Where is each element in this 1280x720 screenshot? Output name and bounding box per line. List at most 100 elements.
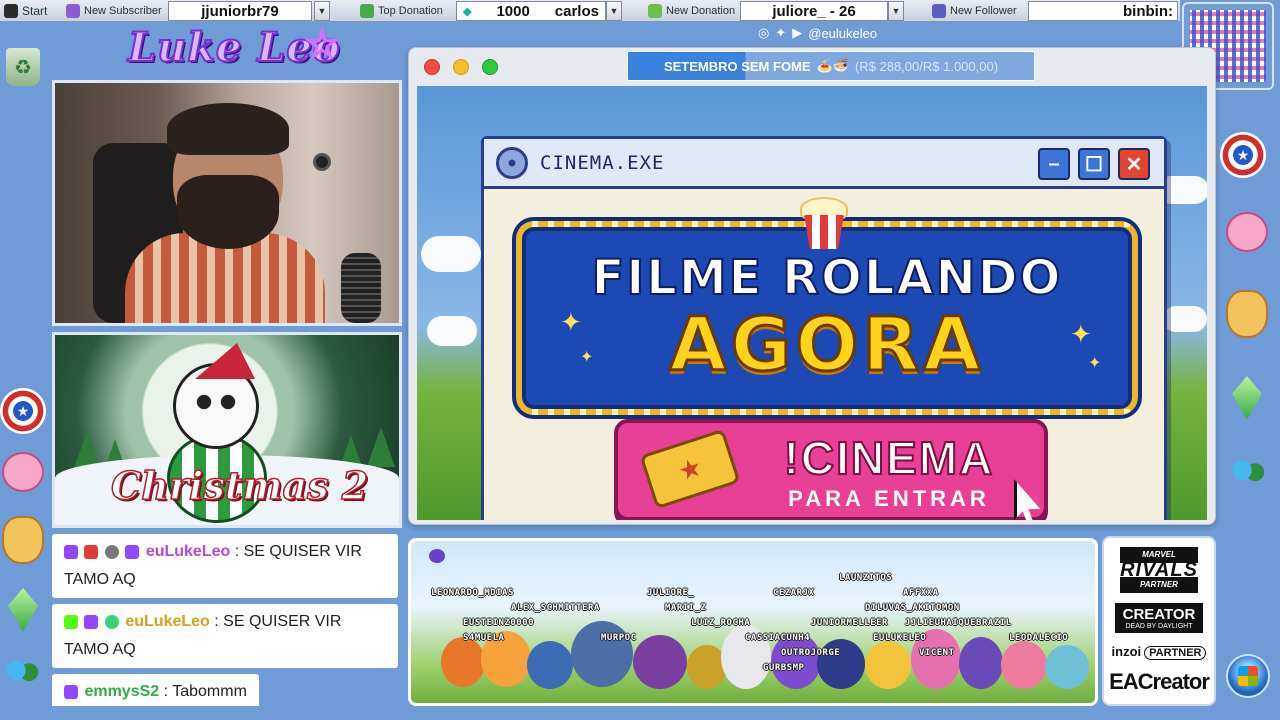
new-donation-field[interactable]: juliore_ - 26 xyxy=(740,1,888,21)
viewer-name: JUNIORMELLEER xyxy=(811,618,888,628)
goal-label: SETEMBRO SEM FOME xyxy=(663,58,811,74)
new-subscriber-field[interactable]: jjuniorbr79 xyxy=(168,1,312,21)
jigglypuff-icon[interactable] xyxy=(2,452,44,492)
pixel-creature xyxy=(1001,641,1047,689)
webcam-feed xyxy=(52,80,402,326)
inzoi-partner-logo: inzoi PARTNER xyxy=(1112,644,1207,660)
viewer-name: CASSIACUNH4 xyxy=(745,633,811,643)
chat-username[interactable]: euLukeLeo xyxy=(125,613,209,630)
dbd-creator-logo: CREATOR DEAD BY DAYLIGHT xyxy=(1115,603,1203,634)
sims-plumbob-icon[interactable] xyxy=(1232,376,1262,420)
pixel-creature xyxy=(527,641,573,689)
jigglypuff-icon[interactable] xyxy=(1226,212,1268,252)
cinema-command-button[interactable]: ★ !CINEMA PARA ENTRAR xyxy=(614,419,1048,520)
captain-shield-icon[interactable]: ★ xyxy=(1220,132,1266,178)
marvel-rivals-logo: MARVEL RIVALS PARTNER xyxy=(1120,547,1198,594)
viewer-name: JJLIEUHAIQUEBRAZIL xyxy=(905,618,1012,628)
messenger-icon[interactable] xyxy=(1228,456,1268,492)
cinema-button-text: !CINEMA PARA ENTRAR xyxy=(754,431,1024,513)
top-taskbar: Start New Subscriber jjuniorbr79 ▼ Top D… xyxy=(0,0,1180,22)
start-button[interactable]: Start xyxy=(4,2,47,20)
sims-plumbob-icon[interactable] xyxy=(8,588,38,632)
star-icon: ☆ xyxy=(304,23,340,67)
viewer-name: EULUKELEO xyxy=(873,633,927,643)
character-portrait-icon[interactable] xyxy=(2,516,44,564)
christmas-title: Christmas 2 xyxy=(110,462,369,509)
main-window: SETEMBRO SEM FOME 🍝🍜 (R$ 288,00/R$ 1.000… xyxy=(408,47,1216,525)
captain-shield-icon[interactable]: ★ xyxy=(0,388,46,434)
sparkle-icon: ✦ xyxy=(560,307,582,337)
messenger-icon[interactable] xyxy=(2,656,42,692)
kick-badge-icon xyxy=(64,614,78,629)
viewer-name: LUIZ_ROCHA xyxy=(691,618,751,628)
viewer-name: MURPOC xyxy=(601,633,637,643)
new-subscriber-alert: New Subscriber xyxy=(66,2,162,20)
close-button[interactable]: ✕ xyxy=(1118,148,1150,180)
goal-amount: (R$ 288,00/R$ 1.000,00) xyxy=(854,58,999,74)
chat-username[interactable]: euLukeLeo xyxy=(146,543,230,560)
viewer-name: VICENT xyxy=(919,648,955,658)
person-icon xyxy=(932,4,946,18)
top-donation-alert: Top Donation xyxy=(360,2,443,20)
pixel-sky-scene: CINEMA.EXE – ☐ ✕ FILME ROLANDO AGORA ✦ ✦… xyxy=(417,86,1207,520)
minimize-window-button[interactable] xyxy=(453,59,469,75)
youtube-icon: ▶ xyxy=(792,25,803,40)
top-donation-field[interactable]: ◆ 1000 carlos xyxy=(456,1,606,21)
dropdown-arrow-icon[interactable]: ▼ xyxy=(314,1,330,21)
viewer-name: EUSTEINZ0000 xyxy=(463,618,535,628)
close-window-button[interactable] xyxy=(424,59,440,75)
tree-icon xyxy=(367,427,395,467)
dropdown-arrow-icon[interactable]: ▼ xyxy=(606,1,622,21)
chat-message: euLukeLeo : SE QUISER VIR TAMO AQ xyxy=(52,604,398,668)
viewer-name: LEONARDO_MDIAS xyxy=(431,588,514,598)
twitter-icon: ✦ xyxy=(775,25,787,40)
viewer-name: LEODALECIO xyxy=(1009,633,1069,643)
speaker xyxy=(313,153,331,171)
new-donation-alert: New Donation xyxy=(648,2,735,20)
maximize-window-button[interactable] xyxy=(482,59,498,75)
cloud xyxy=(427,316,477,346)
chat-message: emmysS2 : Tabommm xyxy=(52,674,259,706)
social-links: ◎ ✦ ▶ @eulukeleo xyxy=(758,25,877,41)
pixel-creature xyxy=(817,639,865,689)
marquee-line-2: AGORA xyxy=(668,302,985,388)
start-icon xyxy=(4,4,18,18)
chat-username[interactable]: emmysS2 xyxy=(84,683,159,700)
gem-icon: ◆ xyxy=(463,5,472,18)
film-reel-icon xyxy=(496,146,528,179)
sparkle-icon: ✦ xyxy=(1088,355,1102,372)
marquee-line-1: FILME ROLANDO xyxy=(591,250,1063,306)
twitch-badge-icon xyxy=(125,544,140,559)
trophy-icon xyxy=(360,4,374,18)
dropdown-arrow-icon[interactable]: ▼ xyxy=(888,1,904,21)
christmas-panel: Christmas 2 xyxy=(52,332,402,528)
instagram-icon: ◎ xyxy=(758,25,770,40)
santa-hat-icon xyxy=(195,343,255,379)
viewer-name: MARII_Z xyxy=(665,603,707,613)
minimize-button[interactable]: – xyxy=(1038,148,1070,180)
recycle-bin-icon[interactable]: ♻ xyxy=(6,48,40,86)
cloud xyxy=(421,236,481,272)
viewer-name: AFFXXA xyxy=(903,588,939,598)
microphone-icon xyxy=(341,253,381,323)
cloud xyxy=(1163,306,1207,332)
viewer-name: LAUNZITOS xyxy=(839,573,893,583)
character-portrait-icon[interactable] xyxy=(1226,290,1268,338)
new-follower-field[interactable]: binbin: xyxy=(1028,1,1178,21)
viewer-name: DILUVAS_AKITOMON xyxy=(865,603,960,613)
windows-start-orb-icon[interactable] xyxy=(1226,654,1270,698)
food-icon: 🍝🍜 xyxy=(816,58,849,73)
cinema-window: CINEMA.EXE – ☐ ✕ FILME ROLANDO AGORA ✦ ✦… xyxy=(481,136,1167,520)
pixel-creature xyxy=(571,621,633,687)
cinema-window-title: CINEMA.EXE xyxy=(540,151,665,174)
pixel-creature xyxy=(441,637,485,687)
verified-badge-icon xyxy=(104,614,119,629)
viewer-name: CEZARJX xyxy=(773,588,815,598)
maximize-button[interactable]: ☐ xyxy=(1078,148,1110,180)
star-icon xyxy=(66,4,80,18)
mic-badge-icon xyxy=(84,614,99,629)
twitch-badge-icon xyxy=(64,684,78,699)
popcorn-icon xyxy=(796,197,852,249)
pixel-creature xyxy=(633,635,687,689)
viewer-name: OUTROJORGE xyxy=(781,648,841,658)
